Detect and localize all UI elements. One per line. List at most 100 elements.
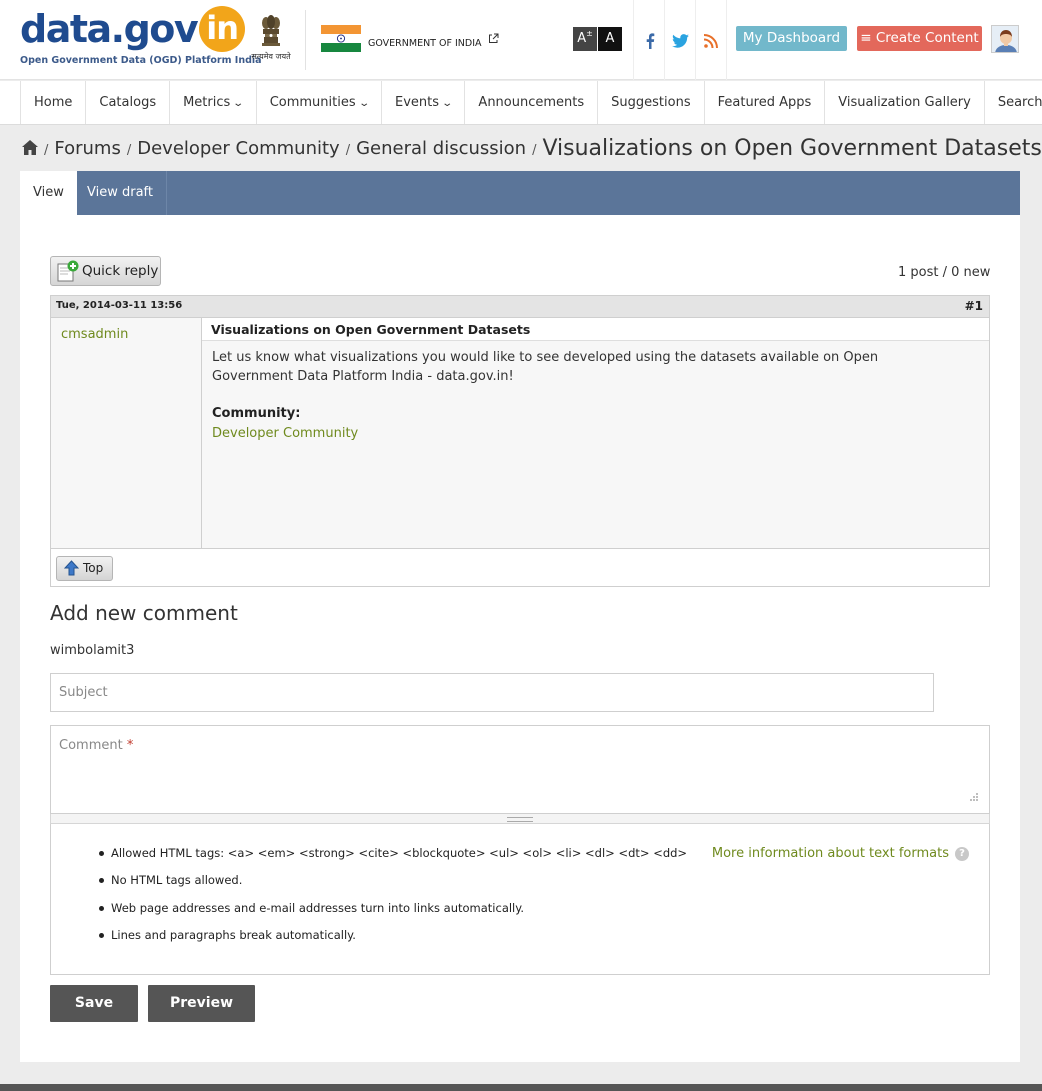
format-tips-list: Allowed HTML tags: <a> <em> <strong> <ci… xyxy=(99,846,687,955)
nav-item-home[interactable]: Home xyxy=(21,81,87,124)
top-button[interactable]: Top xyxy=(56,556,113,581)
top-label: Top xyxy=(83,561,104,575)
post-count: 1 post / 0 new xyxy=(898,265,991,280)
breadcrumb: / Forums / Developer Community / General… xyxy=(22,133,1042,163)
post-author-column: cmsadmin xyxy=(51,318,202,548)
nav-item-catalogs[interactable]: Catalogs xyxy=(86,81,171,124)
forum-post: Tue, 2014-03-11 13:56 #1 cmsadmin Visual… xyxy=(50,295,990,587)
nav-label: Communities xyxy=(269,95,356,110)
post-body: Visualizations on Open Government Datase… xyxy=(202,318,989,548)
post-title-bar: Visualizations on Open Government Datase… xyxy=(202,318,989,341)
more-info-link[interactable]: More information about text formats ? xyxy=(712,846,969,861)
comment-label-text: Comment xyxy=(59,738,123,753)
add-comment-icon xyxy=(57,260,79,292)
preview-button[interactable]: Preview xyxy=(148,985,255,1022)
list-item: Allowed HTML tags: <a> <em> <strong> <ci… xyxy=(99,846,687,873)
user-avatar[interactable] xyxy=(991,25,1019,53)
breadcrumb-separator: / xyxy=(532,142,537,158)
nav-item-announcements[interactable]: Announcements xyxy=(465,81,599,124)
community-link[interactable]: Developer Community xyxy=(212,426,358,441)
chevron-down-icon: ⌄ xyxy=(441,98,454,109)
home-icon[interactable] xyxy=(22,139,38,158)
national-emblem: सत्यमेव जयते xyxy=(247,14,295,62)
nav-label: Announcements xyxy=(478,95,585,110)
quick-reply-label: Quick reply xyxy=(82,263,159,279)
breadcrumb-developer-community[interactable]: Developer Community xyxy=(137,138,339,159)
text-format-tips: Allowed HTML tags: <a> <em> <strong> <ci… xyxy=(50,824,990,975)
post-footer: Top xyxy=(51,548,989,586)
quick-reply-button[interactable]: Quick reply xyxy=(50,256,161,286)
comment-label: Comment * xyxy=(59,738,133,753)
required-marker: * xyxy=(126,738,134,753)
emblem-icon xyxy=(260,14,282,50)
logo-text: data.gov xyxy=(20,7,199,51)
more-info-label: More information about text formats xyxy=(711,846,949,861)
site-header: data.gov in Open Government Data (OGD) P… xyxy=(0,0,1042,80)
tab-view-draft[interactable]: View draft xyxy=(74,171,167,215)
post-title: Visualizations on Open Government Datase… xyxy=(211,322,531,337)
textarea-resize-handle[interactable] xyxy=(50,814,990,824)
main-nav: Home Catalogs Metrics ⌄ Communities ⌄ Even… xyxy=(0,81,1042,125)
facebook-icon[interactable] xyxy=(633,0,665,80)
chevron-down-icon: ⌄ xyxy=(357,98,370,109)
nav-item-suggestions[interactable]: Suggestions xyxy=(598,81,705,124)
post-permalink[interactable]: #1 xyxy=(965,299,983,313)
nav-label: Suggestions xyxy=(611,95,691,110)
government-of-india-link[interactable]: GOVERNMENT OF INDIA xyxy=(368,33,499,49)
twitter-icon[interactable] xyxy=(664,0,696,80)
logo-in-badge: in xyxy=(199,6,246,52)
breadcrumb-general-discussion[interactable]: General discussion xyxy=(356,138,526,159)
tab-view[interactable]: View xyxy=(20,171,77,215)
site-logo[interactable]: data.gov in Open Government Data (OGD) P… xyxy=(20,6,262,66)
nav-label: Events xyxy=(395,95,440,110)
contrast-button[interactable]: A xyxy=(598,27,622,51)
list-item: Lines and paragraphs break automatically… xyxy=(99,928,687,955)
arrow-up-icon xyxy=(63,560,80,584)
nav-label: Metrics xyxy=(183,95,231,110)
footer-strip xyxy=(0,1084,1042,1091)
create-content-button[interactable]: ≡ Create Content xyxy=(857,26,982,51)
breadcrumb-separator: / xyxy=(345,142,351,158)
post-author[interactable]: cmsadmin xyxy=(61,327,128,342)
nav-item-communities[interactable]: Communities ⌄ xyxy=(257,81,383,124)
save-button[interactable]: Save xyxy=(50,985,138,1022)
post-header: Tue, 2014-03-11 13:56 #1 xyxy=(51,296,989,318)
nav-item-visualization-gallery[interactable]: Visualization Gallery xyxy=(825,81,985,124)
nav-label: Featured Apps xyxy=(717,95,812,110)
tab-bar: View View draft xyxy=(20,171,1020,215)
comment-username: wimbolamit3 xyxy=(50,643,135,658)
font-size-label: A xyxy=(577,31,587,46)
community-label: Community: xyxy=(212,406,301,421)
breadcrumb-separator: / xyxy=(44,142,49,158)
emblem-caption: सत्यमेव जयते xyxy=(251,52,291,61)
post-text: Let us know what visualizations you woul… xyxy=(212,350,879,384)
list-item: Web page addresses and e-mail addresses … xyxy=(99,901,687,928)
chevron-down-icon: ⌄ xyxy=(232,98,245,109)
gov-label: GOVERNMENT OF INDIA xyxy=(368,38,482,49)
subject-input[interactable] xyxy=(50,673,934,712)
nav-label: Home xyxy=(34,95,73,110)
list-item: No HTML tags allowed. xyxy=(99,873,687,900)
rss-icon[interactable] xyxy=(695,0,727,80)
india-flag-icon[interactable] xyxy=(321,25,361,52)
nav-label: Catalogs xyxy=(99,95,157,110)
font-size-button[interactable]: A± xyxy=(573,27,597,51)
breadcrumb-separator: / xyxy=(126,142,132,158)
content-panel: View View draft Quick reply 1 post / 0 n… xyxy=(20,171,1020,1062)
breadcrumb-forums[interactable]: Forums xyxy=(54,138,120,159)
resize-grip-icon[interactable] xyxy=(969,792,979,803)
nav-item-metrics[interactable]: Metrics ⌄ xyxy=(170,81,257,124)
nav-item-featured-apps[interactable]: Featured Apps xyxy=(705,81,826,124)
my-dashboard-button[interactable]: My Dashboard xyxy=(736,26,847,51)
post-date: Tue, 2014-03-11 13:56 xyxy=(56,300,183,311)
help-icon: ? xyxy=(955,846,969,861)
contrast-label: A xyxy=(605,31,615,46)
logo-subtitle: Open Government Data (OGD) Platform Indi… xyxy=(20,55,262,66)
nav-label: Search xyxy=(997,95,1042,110)
header-divider xyxy=(305,10,306,70)
comment-textarea[interactable]: Comment * xyxy=(50,725,990,814)
add-comment-heading: Add new comment xyxy=(50,601,238,625)
nav-item-events[interactable]: Events ⌄ xyxy=(382,81,466,124)
nav-label: Visualization Gallery xyxy=(838,95,971,110)
nav-item-search[interactable]: Search xyxy=(985,81,1042,124)
